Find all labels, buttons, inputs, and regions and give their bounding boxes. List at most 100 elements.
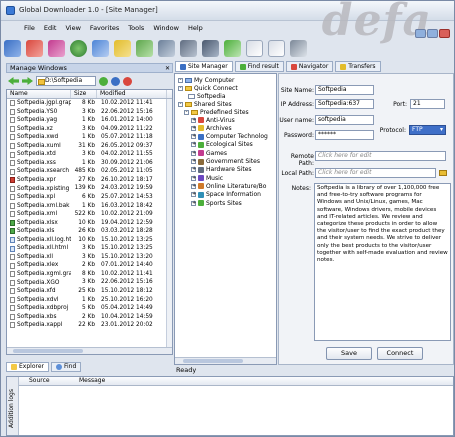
menu-file[interactable]: File [24, 22, 35, 35]
pencil-icon[interactable] [136, 39, 153, 57]
user-name-field[interactable]: softpedia [315, 115, 374, 125]
tree-quick-connect[interactable]: - Quick Connect [178, 84, 238, 92]
file-row[interactable]: Softpedia.xsearch 485 Kb 02.05.2012 11:05 [7, 167, 172, 176]
file-row[interactable]: Softpedia.xll.log.html 10 Kb 15.10.2012 13… [7, 236, 172, 245]
tree-category[interactable]: + Government Sites [191, 158, 260, 166]
file-row[interactable]: Softpedia.xz 3 Kb 04.09.2012 11:22 [7, 125, 172, 134]
tree-my-computer[interactable]: - My Computer [178, 76, 234, 84]
page-icon[interactable] [246, 39, 263, 57]
tree-category[interactable]: + Computer Technolog [191, 133, 268, 141]
file-list-vscroll[interactable] [166, 99, 172, 347]
file-row[interactable]: Softpedia.xwd 1 Kb 05.07.2012 11:18 [7, 133, 172, 142]
file-row[interactable]: Softpedia.xbs 2 Kb 10.04.2012 14:59 [7, 313, 172, 322]
tab-transfers[interactable]: Transfers [335, 61, 381, 72]
forward-arrow-icon[interactable] [22, 77, 33, 85]
search-icon[interactable] [92, 39, 109, 57]
menu-tools[interactable]: Tools [128, 22, 144, 35]
file-row[interactable]: Softpedia.xpr 27 Kb 26.10.2012 18:17 [7, 176, 172, 185]
tree-category[interactable]: + Sports Sites [191, 199, 242, 207]
column-name[interactable]: Name [7, 90, 71, 98]
tree-category[interactable]: + Online Literature/Bo [191, 182, 266, 190]
file-row[interactable]: Softpedia.yag 1 Kb 16.01.2012 14:00 [7, 116, 172, 125]
tab-explorer[interactable]: Explorer [6, 362, 49, 372]
expand-icon[interactable]: + [191, 125, 196, 131]
local-path-field[interactable]: Click here for edit [315, 168, 436, 178]
file-row[interactable]: Softpedia.xll.html 3 Kb 15.10.2012 13:25 [7, 244, 172, 253]
remote-path-field[interactable]: Click here for edit [315, 151, 446, 161]
globe-icon[interactable] [70, 39, 87, 57]
tab-site-manager[interactable]: Site Manager [175, 61, 233, 72]
go-icon[interactable] [99, 76, 108, 86]
expand-icon[interactable]: + [191, 167, 196, 173]
refresh-icon[interactable] [111, 76, 120, 86]
connect-button[interactable]: Connect [377, 347, 423, 360]
expand-icon[interactable]: + [191, 175, 196, 181]
stop-icon[interactable] [123, 76, 132, 86]
tree-category[interactable]: + Music [191, 174, 223, 182]
file-row[interactable]: Softpedia.xpisting 139 Kb 24.03.2012 19:59 [7, 184, 172, 193]
protocol-select[interactable]: FTP [409, 125, 446, 135]
cut-icon[interactable] [290, 39, 307, 57]
tab-find-result[interactable]: Find result [234, 61, 284, 72]
expand-icon[interactable]: + [191, 142, 196, 148]
column-size[interactable]: Size [71, 90, 97, 98]
site-name-field[interactable]: Softpedia [315, 85, 374, 95]
reload-icon[interactable] [158, 39, 175, 57]
log-column-message[interactable]: Message [79, 377, 105, 385]
new-folder-icon[interactable] [224, 39, 241, 57]
file-list[interactable]: Name Size Modified Softpedia.jgpl.graphm… [6, 89, 173, 355]
tree-hscroll[interactable] [175, 357, 276, 364]
collapse-icon[interactable]: - [178, 77, 183, 83]
address-field[interactable]: D:\Softpedia [36, 76, 96, 86]
file-row[interactable]: Softpedia.xuml 31 Kb 26.05.2012 09:37 [7, 142, 172, 151]
log-side-tab[interactable]: Addition logs [7, 377, 19, 435]
tree-softpedia[interactable]: Softpedia [188, 92, 226, 100]
panel-close-icon[interactable]: ✕ [165, 64, 170, 73]
file-row[interactable]: Softpedia.XGO 3 Kb 22.06.2012 15:16 [7, 278, 172, 287]
tree-category[interactable]: + Archives [191, 124, 232, 132]
menu-edit[interactable]: Edit [44, 22, 57, 35]
collapse-icon[interactable]: - [184, 109, 189, 115]
tree-category[interactable]: + Anti-Virus [191, 116, 235, 124]
notes-field[interactable]: Softpedia is a library of over 1,100,000… [314, 183, 451, 341]
menu-window[interactable]: Window [153, 22, 179, 35]
file-row[interactable]: Softpedia.xpl 6 Kb 25.07.2012 14:53 [7, 193, 172, 202]
tree-category[interactable]: + Hardware Sites [191, 166, 252, 174]
maximize-button[interactable] [427, 29, 438, 38]
tree-category[interactable]: + Space Information [191, 191, 261, 199]
expand-icon[interactable]: + [191, 200, 196, 206]
file-row[interactable]: Softpedia.xtd 3 Kb 04.02.2012 11:55 [7, 150, 172, 159]
file-row[interactable]: Softpedia.YS0 3 Kb 22.06.2012 15:16 [7, 108, 172, 117]
file-row[interactable]: Softpedia.xappl 22 Kb 23.01.2012 20:02 [7, 321, 172, 330]
file-row[interactable]: Softpedia.xdvl 1 Kb 25.10.2012 16:20 [7, 296, 172, 305]
file-row[interactable]: Softpedia.xml.bak 1 Kb 16.03.2012 18:42 [7, 202, 172, 211]
connect-icon[interactable] [4, 39, 21, 57]
minimize-button[interactable] [415, 29, 426, 38]
menu-view[interactable]: View [65, 22, 80, 35]
menu-help[interactable]: Help [188, 22, 203, 35]
tree-category[interactable]: + Ecological Sites [191, 141, 253, 149]
menu-favorites[interactable]: Favorites [90, 22, 119, 35]
key-icon[interactable] [114, 39, 131, 57]
file-row[interactable]: Softpedia.xgml.graphml 8 Kb 10.02.2012 11:… [7, 270, 172, 279]
close-button[interactable] [439, 29, 450, 38]
back-arrow-icon[interactable] [8, 77, 19, 85]
file-row[interactable]: Softpedia.xlsx 10 Kb 19.04.2012 12:59 [7, 219, 172, 228]
tab-find[interactable]: Find [50, 362, 82, 372]
password-field[interactable]: ****** [315, 130, 374, 140]
browse-folder-icon[interactable] [439, 170, 447, 176]
file-row[interactable]: Softpedia.xfd 25 Kb 15.10.2012 18:12 [7, 287, 172, 296]
expand-icon[interactable]: + [191, 117, 196, 123]
collapse-icon[interactable]: - [178, 101, 183, 107]
save-button[interactable]: Save [326, 347, 372, 360]
port-field[interactable]: 21 [410, 99, 445, 109]
tab-navigator[interactable]: Navigator [285, 61, 334, 72]
expand-icon[interactable]: + [191, 192, 196, 198]
new-site-icon[interactable] [48, 39, 65, 57]
file-row[interactable]: Softpedia.xdbproj 5 Kb 05.04.2012 14:49 [7, 304, 172, 313]
download-icon[interactable] [26, 39, 43, 57]
tools-icon[interactable] [180, 39, 197, 57]
expand-icon[interactable]: + [191, 159, 196, 164]
ip-address-field[interactable]: Softpedia:637 [315, 99, 374, 109]
expand-icon[interactable]: + [191, 183, 196, 189]
